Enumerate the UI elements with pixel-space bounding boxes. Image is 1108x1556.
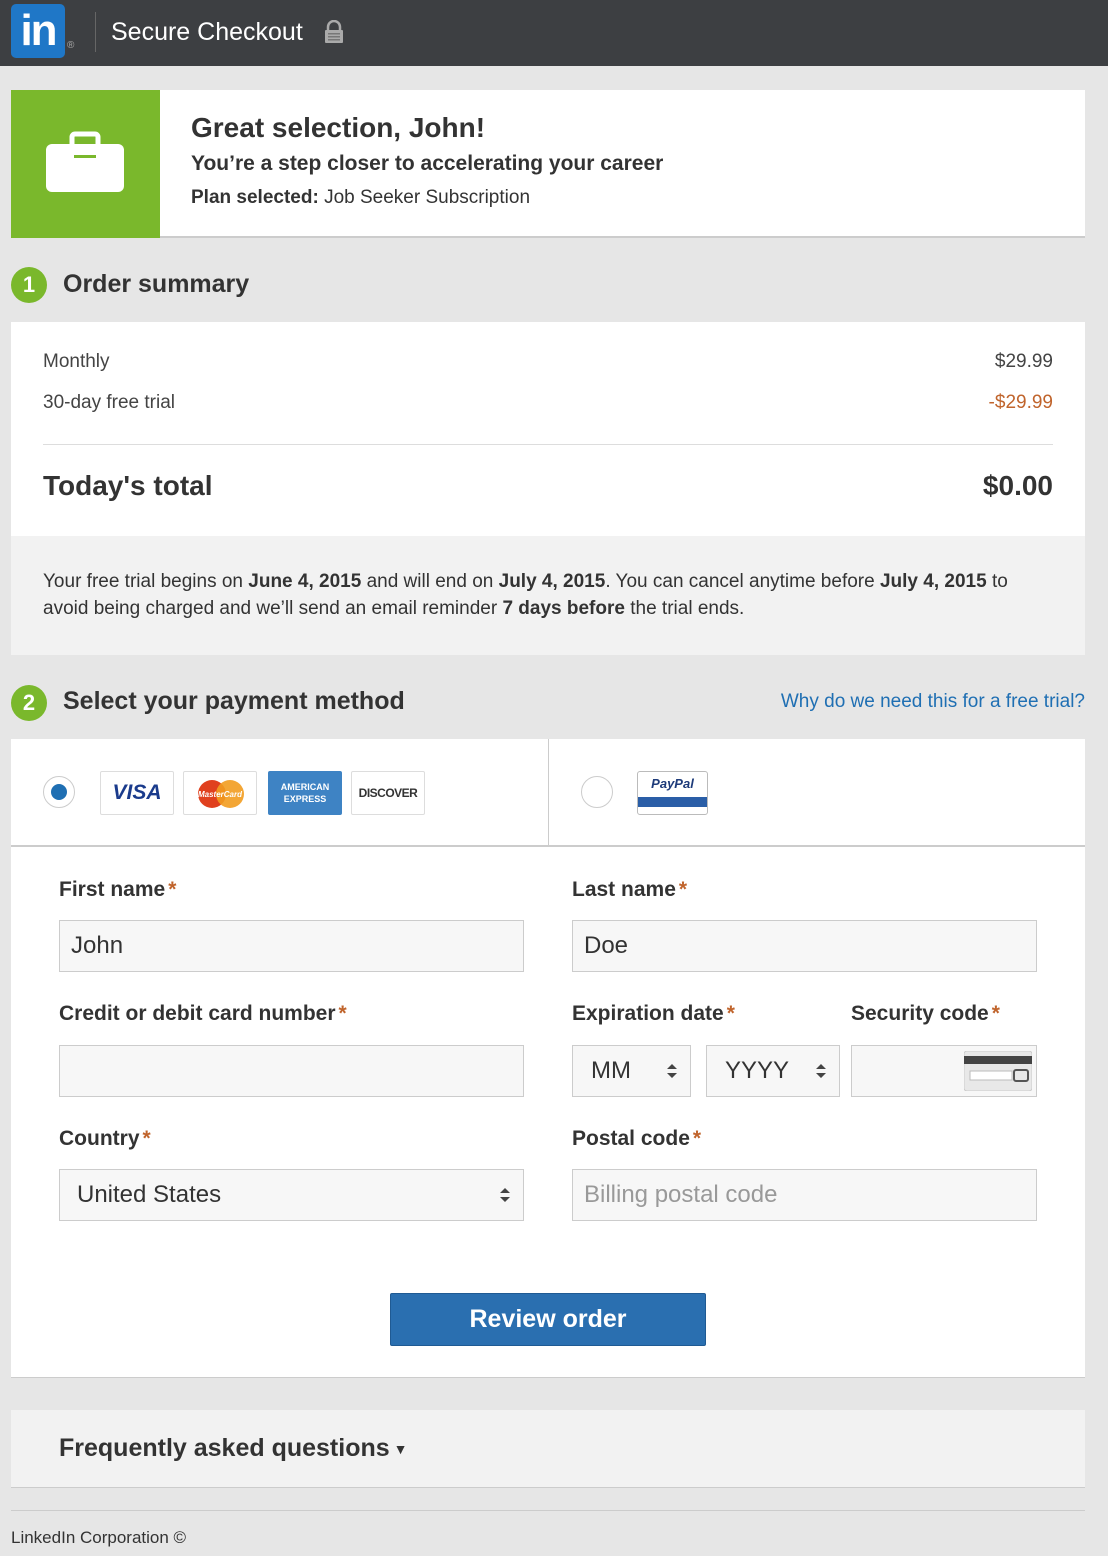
why-free-trial-link[interactable]: Why do we need this for a free trial? bbox=[781, 691, 1085, 713]
expiration-label: Expiration date * bbox=[572, 1002, 735, 1026]
paypal-bar bbox=[638, 797, 707, 807]
security-code-input[interactable] bbox=[851, 1045, 1037, 1097]
country-select[interactable]: United States bbox=[59, 1169, 524, 1221]
banner-subtitle: You’re a step closer to accelerating you… bbox=[191, 152, 664, 175]
plan-label: Plan selected: bbox=[191, 187, 319, 208]
discover-logo: DISCOVER bbox=[351, 771, 425, 815]
faq-section[interactable]: Frequently asked questions ▼ bbox=[11, 1410, 1085, 1488]
note-text: Your free trial begins on bbox=[43, 571, 249, 592]
summary-row-monthly: Monthly $29.99 bbox=[43, 351, 1053, 373]
country-label: Country * bbox=[59, 1127, 151, 1151]
trial-start-date: June 4, 2015 bbox=[248, 571, 362, 592]
expiry-year-value: YYYY bbox=[725, 1057, 790, 1084]
review-order-button[interactable]: Review order bbox=[390, 1293, 706, 1346]
trial-note: Your free trial begins on June 4, 2015 a… bbox=[11, 536, 1085, 655]
note-text: and will end on bbox=[361, 571, 499, 592]
required-mark: * bbox=[678, 878, 688, 901]
select-arrows-icon bbox=[816, 1064, 826, 1078]
mastercard-logo: MasterCard bbox=[183, 771, 257, 815]
total-label: Today's total bbox=[43, 470, 213, 501]
lock-icon bbox=[325, 20, 343, 43]
mastercard-text: MasterCard bbox=[197, 790, 242, 799]
required-mark: * bbox=[142, 1127, 151, 1150]
faq-toggle[interactable]: Frequently asked questions ▼ bbox=[59, 1434, 408, 1463]
label-text: Last name bbox=[572, 878, 676, 901]
summary-divider bbox=[43, 444, 1053, 445]
plan-selected: Plan selected: Job Seeker Subscription bbox=[191, 187, 530, 209]
faq-title: Frequently asked questions bbox=[59, 1434, 390, 1462]
card-radio[interactable] bbox=[43, 776, 75, 808]
step-2-badge: 2 bbox=[11, 685, 47, 721]
caret-down-icon: ▼ bbox=[393, 1441, 408, 1458]
card-number-label: Credit or debit card number * bbox=[59, 1002, 347, 1026]
paypal-logo: PayPal bbox=[637, 771, 708, 815]
label-text: Credit or debit card number bbox=[59, 1002, 336, 1025]
card-number-input[interactable] bbox=[59, 1045, 524, 1097]
summary-row-value: -$29.99 bbox=[988, 392, 1053, 413]
expiry-month-value: MM bbox=[591, 1057, 631, 1084]
last-name-label: Last name * bbox=[572, 878, 687, 902]
page-title: Secure Checkout bbox=[111, 18, 303, 46]
trial-end-date: July 4, 2015 bbox=[498, 571, 606, 592]
summary-row-trial: 30-day free trial -$29.99 bbox=[43, 392, 1053, 414]
postal-code-label: Postal code * bbox=[572, 1127, 701, 1151]
required-mark: * bbox=[338, 1002, 347, 1025]
summary-row-value: $29.99 bbox=[994, 351, 1053, 372]
linkedin-logo[interactable]: in bbox=[11, 4, 65, 58]
banner-title: Great selection, John! bbox=[191, 112, 486, 143]
order-summary-title: Order summary bbox=[63, 270, 250, 298]
required-mark: * bbox=[692, 1127, 702, 1150]
label-text: Expiration date bbox=[572, 1002, 724, 1025]
required-mark: * bbox=[726, 1002, 735, 1025]
note-text: . You can cancel anytime before bbox=[605, 571, 880, 592]
top-bar: in ® Secure Checkout bbox=[0, 0, 1108, 66]
summary-row-label: Monthly bbox=[43, 351, 110, 372]
expiry-month-select[interactable]: MM bbox=[572, 1045, 691, 1097]
order-summary-panel: Monthly $29.99 30-day free trial -$29.99… bbox=[11, 322, 1085, 536]
cancel-by-date: July 4, 2015 bbox=[879, 571, 987, 592]
reminder-timing: 7 days before bbox=[502, 598, 625, 619]
paypal-text: PayPal bbox=[651, 776, 694, 791]
label-text: First name bbox=[59, 878, 166, 901]
card-back-icon bbox=[964, 1051, 1032, 1091]
select-arrows-icon bbox=[667, 1064, 677, 1078]
registered-mark: ® bbox=[67, 40, 75, 51]
summary-row-label: 30-day free trial bbox=[43, 392, 176, 413]
required-mark: * bbox=[168, 878, 177, 901]
first-name-input[interactable]: John bbox=[59, 920, 524, 972]
visa-logo: VISA bbox=[100, 771, 174, 815]
payment-method-title: Select your payment method bbox=[63, 687, 405, 715]
selection-banner: Great selection, John! You’re a step clo… bbox=[11, 90, 1085, 238]
topbar-divider bbox=[95, 12, 96, 52]
briefcase-icon bbox=[46, 131, 124, 192]
payment-panel: VISA MasterCard AMERICAN EXPRESS DISCOVE… bbox=[11, 739, 1085, 1378]
payment-method-tabs: VISA MasterCard AMERICAN EXPRESS DISCOVE… bbox=[11, 739, 1085, 847]
plan-value: Job Seeker Subscription bbox=[324, 187, 531, 208]
label-text: Security code bbox=[851, 1002, 989, 1025]
security-code-label: Security code * bbox=[851, 1002, 1000, 1026]
last-name-input[interactable]: Doe bbox=[572, 920, 1037, 972]
label-text: Country bbox=[59, 1127, 140, 1150]
first-name-label: First name * bbox=[59, 878, 176, 902]
step-1-badge: 1 bbox=[11, 267, 47, 303]
label-text: Postal code bbox=[572, 1127, 690, 1150]
tab-divider bbox=[548, 739, 549, 845]
footer-divider bbox=[11, 1510, 1085, 1511]
banner-icon-panel bbox=[11, 90, 160, 238]
required-mark: * bbox=[991, 1002, 1000, 1025]
expiry-year-select[interactable]: YYYY bbox=[706, 1045, 840, 1097]
footer-copyright: LinkedIn Corporation © bbox=[11, 1528, 187, 1547]
total-value: $0.00 bbox=[982, 470, 1053, 501]
note-text: the trial ends. bbox=[624, 598, 745, 619]
paypal-radio[interactable] bbox=[581, 776, 613, 808]
country-value: United States bbox=[77, 1181, 222, 1208]
postal-code-input[interactable]: Billing postal code bbox=[572, 1169, 1037, 1221]
select-arrows-icon bbox=[500, 1188, 510, 1202]
amex-logo: AMERICAN EXPRESS bbox=[268, 771, 342, 815]
